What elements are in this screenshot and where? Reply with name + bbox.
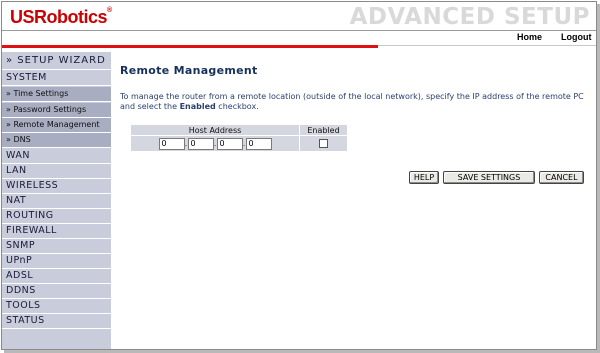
enabled-header: Enabled (300, 125, 347, 135)
page-description: To manage the router from a remote locat… (120, 92, 584, 111)
sidebar-item-firewall[interactable]: FIREWALL (2, 224, 111, 239)
sidebar-item-system[interactable]: SYSTEM (2, 71, 111, 86)
ip-address-input: . . . (131, 136, 299, 151)
ip-octet-1-input[interactable] (158, 137, 185, 150)
host-address-header: Host Address (131, 125, 299, 135)
top-nav: Home Logout (378, 31, 596, 45)
cancel-button[interactable]: CANCEL (539, 171, 584, 184)
sidebar-item-wireless[interactable]: WIRELESS (2, 179, 111, 194)
enabled-keyword: Enabled (179, 102, 216, 111)
nav-divider (378, 45, 596, 46)
accent-bar (2, 45, 378, 48)
help-button[interactable]: HELP (409, 171, 439, 184)
router-window: USRobotics® ADVANCED SETUP Home Logout »… (1, 1, 597, 350)
logout-link[interactable]: Logout (561, 32, 592, 42)
sidebar-item-time-settings[interactable]: » Time Settings (2, 87, 111, 102)
sidebar-item-wan[interactable]: WAN (2, 149, 111, 164)
sidebar-item-snmp[interactable]: SNMP (2, 239, 111, 254)
home-link[interactable]: Home (517, 32, 542, 42)
save-settings-button[interactable]: SAVE SETTINGS (443, 171, 535, 184)
sidebar-filler (2, 334, 111, 349)
sidebar-item-lan[interactable]: LAN (2, 164, 111, 179)
host-address-table: Host Address Enabled . . . (130, 124, 348, 152)
sidebar-item-tools[interactable]: TOOLS (2, 299, 111, 314)
ip-octet-3-input[interactable] (216, 137, 243, 150)
ip-octet-4-input[interactable] (245, 137, 272, 150)
sidebar-item-remote-management[interactable]: » Remote Management (2, 118, 111, 133)
sidebar-item-nat[interactable]: NAT (2, 194, 111, 209)
main-content: Remote Management To manage the router f… (120, 64, 594, 112)
host-address-cell: . . . (131, 136, 299, 151)
sidebar-item-setup-wizard[interactable]: » SETUP WIZARD (2, 52, 111, 70)
sidebar-item-status[interactable]: STATUS (2, 314, 111, 329)
sidebar-item-ddns[interactable]: DDNS (2, 284, 111, 299)
sidebar-item-password-settings[interactable]: » Password Settings (2, 103, 111, 118)
ip-octet-2-input[interactable] (187, 137, 214, 150)
sidebar-item-upnp[interactable]: UPnP (2, 254, 111, 269)
usrobotics-logo: USRobotics® (10, 7, 112, 27)
sidebar: » SETUP WIZARD SYSTEM » Time Settings » … (2, 52, 111, 349)
page-header-title: ADVANCED SETUP (349, 4, 590, 30)
enabled-cell (300, 136, 347, 151)
sidebar-item-dns[interactable]: » DNS (2, 133, 111, 148)
sidebar-item-adsl[interactable]: ADSL (2, 269, 111, 284)
page-title: Remote Management (120, 64, 258, 77)
enabled-checkbox[interactable] (319, 139, 328, 148)
sidebar-item-routing[interactable]: ROUTING (2, 209, 111, 224)
